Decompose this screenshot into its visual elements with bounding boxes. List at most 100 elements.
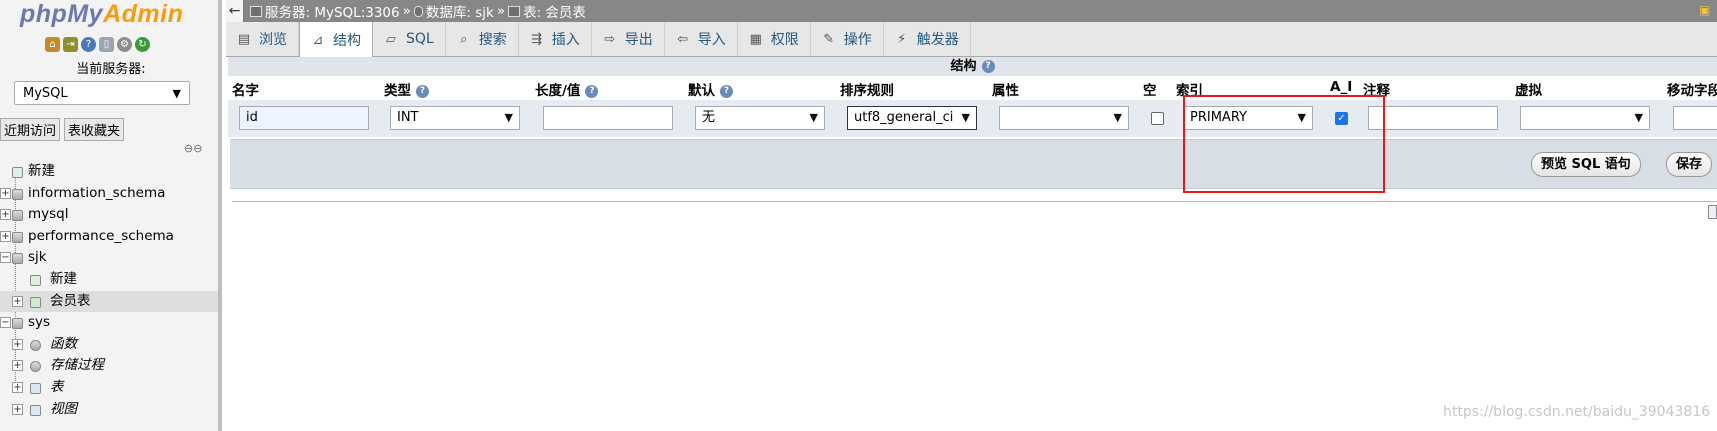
field-comment-input[interactable] <box>1368 106 1498 130</box>
new-table-icon <box>30 274 41 286</box>
divider <box>232 201 1717 202</box>
collapse-icon[interactable]: − <box>0 252 11 264</box>
settings-gear-icon[interactable]: ⚙ <box>117 37 132 52</box>
help-icon[interactable]: ? <box>981 60 995 73</box>
col-header-length: 长度/值? <box>535 79 599 99</box>
triggers-icon: ⚡ <box>897 31 907 47</box>
reload-icon[interactable]: ↻ <box>135 37 150 52</box>
breadcrumb-server[interactable]: 服务器: MySQL:3306 <box>250 1 400 21</box>
field-virtual-select[interactable]: ▼ <box>1520 106 1650 130</box>
col-header-virtual: 虚拟 <box>1515 83 1542 99</box>
structure-header: 结构? <box>228 57 1717 76</box>
main-tabs: ▤ 浏览 ⊿ 结构 ▱ SQL ⌕ 搜索 ⇶ 插入 ⇨ 导出 ⇦ 导入 ▦ 权限 ✎ 操作 ⚡ 触发… <box>226 22 1717 58</box>
expand-icon[interactable]: + <box>12 381 23 393</box>
tab-sql[interactable]: ▱ SQL <box>373 22 446 56</box>
tab-search[interactable]: ⌕ 搜索 <box>446 22 519 56</box>
collapse-icon[interactable]: − <box>0 317 11 329</box>
database-icon <box>12 188 23 200</box>
logo-my: My <box>67 0 104 28</box>
expand-icon[interactable]: + <box>0 209 11 221</box>
breadcrumb-database[interactable]: 数据库: sjk <box>413 1 494 21</box>
operations-icon: ✎ <box>823 31 835 47</box>
col-header-null: 空 <box>1143 83 1157 99</box>
tab-triggers[interactable]: ⚡ 触发器 <box>884 22 971 56</box>
page-settings-icon[interactable] <box>1708 205 1717 219</box>
field-move-select[interactable] <box>1673 106 1717 130</box>
save-button[interactable]: 保存 <box>1666 152 1713 177</box>
current-server-label: 当前服务器: <box>76 62 146 77</box>
tree-item-tables[interactable]: + 表 <box>0 377 218 399</box>
field-default-select[interactable]: 无 ▼ <box>695 106 825 130</box>
tree-item-information-schema[interactable]: + information_schema <box>0 183 218 205</box>
tab-operations[interactable]: ✎ 操作 <box>811 22 884 56</box>
tree-item-member-table[interactable]: + 会员表 <box>0 290 218 313</box>
server-select-value: MySQL <box>23 85 68 101</box>
expand-icon[interactable]: + <box>0 187 11 199</box>
field-collation-select[interactable]: utf8_general_ci ▼ <box>847 106 977 130</box>
help-icon[interactable]: ? <box>81 37 96 52</box>
expand-icon[interactable]: + <box>12 338 23 350</box>
logo-php: php <box>20 0 68 28</box>
collapse-nav-arrow-icon[interactable]: ← <box>226 0 244 22</box>
field-row: id INT ▼ 无 ▼ utf8_general_ci ▼ ▼ PRIMARY ▼ ✓… <box>228 100 1717 137</box>
database-icon <box>12 231 23 243</box>
col-header-type: 类型? <box>384 79 429 99</box>
privileges-icon: ▦ <box>749 31 762 47</box>
home-icon[interactable]: ⌂ <box>45 37 60 52</box>
export-icon: ⇨ <box>604 31 616 47</box>
expand-icon[interactable]: + <box>12 403 23 415</box>
procedures-icon <box>30 361 41 373</box>
breadcrumb: ← 服务器: MySQL:3306 » 数据库: sjk » 表: 会员表 ▣ <box>226 0 1717 22</box>
tab-browse[interactable]: ▤ 浏览 <box>226 22 299 56</box>
help-icon[interactable]: ? <box>585 84 599 98</box>
chevron-down-icon: ▼ <box>1634 111 1643 124</box>
col-header-ai: A_I <box>1330 79 1353 95</box>
tree-item-sys[interactable]: − sys <box>0 312 218 334</box>
chevron-down-icon: ▼ <box>504 111 513 124</box>
phpmyadmin-logo[interactable]: phpMyAdmin <box>20 0 183 29</box>
search-icon: ⌕ <box>460 31 468 47</box>
nav-icon-bar: ⌂ ⇥ ? ▯ ⚙ ↻ <box>45 37 150 52</box>
tree-item-new-db[interactable]: 新建 <box>0 161 218 183</box>
field-name-input[interactable]: id <box>239 106 369 130</box>
tree-item-procedures[interactable]: + 存储过程 <box>0 355 218 377</box>
breadcrumb-table[interactable]: 表: 会员表 <box>508 1 586 21</box>
tree-item-mysql[interactable]: + mysql <box>0 204 218 226</box>
field-length-input[interactable] <box>543 106 673 130</box>
browse-icon: ▤ <box>237 31 251 47</box>
help-icon[interactable]: ? <box>416 84 429 98</box>
nav-tabs: 近期访问 表收藏夹 <box>0 118 125 141</box>
views-icon <box>30 404 41 416</box>
lock-icon[interactable]: ▣ <box>1699 3 1713 18</box>
docs-icon[interactable]: ▯ <box>99 37 114 52</box>
chevron-down-icon: ▼ <box>961 111 970 124</box>
tree-item-views[interactable]: + 视图 <box>0 399 218 421</box>
field-type-select[interactable]: INT ▼ <box>390 106 520 130</box>
functions-icon <box>30 339 41 351</box>
expand-icon[interactable]: + <box>0 230 11 242</box>
server-select[interactable]: MySQL ▼ <box>14 81 190 105</box>
field-attributes-select[interactable]: ▼ <box>999 106 1129 130</box>
tab-import[interactable]: ⇦ 导入 <box>665 22 738 56</box>
chevron-down-icon: ▼ <box>809 111 818 124</box>
col-header-collation: 排序规则 <box>840 83 894 99</box>
preview-sql-button[interactable]: 预览 SQL 语句 <box>1531 152 1641 177</box>
expand-icon[interactable]: + <box>12 360 23 372</box>
recent-tab[interactable]: 近期访问 <box>0 118 61 141</box>
tab-insert[interactable]: ⇶ 插入 <box>519 22 592 56</box>
field-null-checkbox[interactable] <box>1151 112 1164 125</box>
help-icon[interactable]: ? <box>720 84 733 98</box>
tree-item-sjk[interactable]: − sjk <box>0 247 218 269</box>
exit-icon[interactable]: ⇥ <box>63 37 78 52</box>
link-with-main-icon[interactable]: ⊖⊖ <box>184 142 202 155</box>
tree-item-functions[interactable]: + 函数 <box>0 334 218 356</box>
favorites-tab[interactable]: 表收藏夹 <box>64 118 125 141</box>
tab-structure[interactable]: ⊿ 结构 <box>299 22 373 58</box>
tree-item-new-table[interactable]: 新建 <box>0 269 218 291</box>
tab-export[interactable]: ⇨ 导出 <box>592 22 665 56</box>
tab-privileges[interactable]: ▦ 权限 <box>738 22 811 56</box>
tree-item-performance-schema[interactable]: + performance_schema <box>0 226 218 248</box>
expand-icon[interactable]: + <box>12 295 23 307</box>
logo-admin: Admin <box>103 0 184 28</box>
table-icon <box>508 5 521 17</box>
